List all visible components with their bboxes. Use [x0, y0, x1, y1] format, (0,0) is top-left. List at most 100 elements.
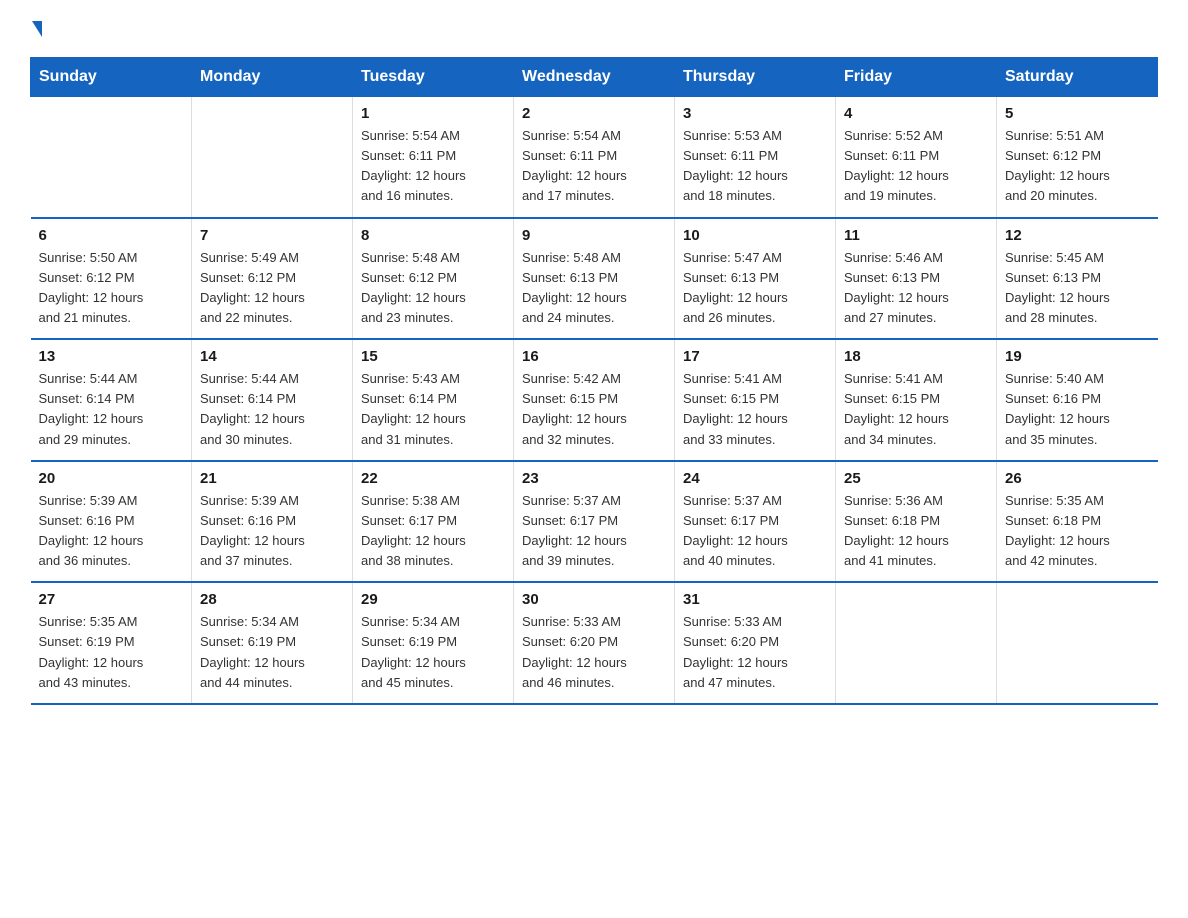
day-info: Sunrise: 5:49 AM Sunset: 6:12 PM Dayligh…: [200, 248, 344, 329]
day-info: Sunrise: 5:41 AM Sunset: 6:15 PM Dayligh…: [844, 369, 988, 450]
calendar-cell: 5 Sunrise: 5:51 AM Sunset: 6:12 PM Daylig…: [997, 97, 1158, 218]
day-number: 5: [1005, 105, 1150, 122]
calendar-cell: 10Sunrise: 5:47 AM Sunset: 6:13 PM Dayli…: [675, 218, 836, 340]
day-number: 31: [683, 591, 827, 608]
day-number: 23: [522, 470, 666, 487]
day-number: 21: [200, 470, 344, 487]
calendar-cell: 13 Sunrise: 5:44 AM Sunset: 6:14 PM Dayli…: [31, 339, 192, 461]
day-number: 17: [683, 348, 827, 365]
calendar-cell: 3 Sunrise: 5:53 AM Sunset: 6:11 PM Daylig…: [675, 97, 836, 218]
day-info: Sunrise: 5:43 AM Sunset: 6:14 PM Dayligh…: [361, 369, 505, 450]
day-info: Sunrise: 5:35 AM Sunset: 6:18 PM Dayligh…: [1005, 491, 1150, 572]
day-number: 24: [683, 470, 827, 487]
day-info: Sunrise: 5:39 AM Sunset: 6:16 PM Dayligh…: [39, 491, 184, 572]
day-info: Sunrise: 5:54 AM Sunset: 6:11 PM Dayligh…: [522, 126, 666, 207]
calendar-week-row: 13 Sunrise: 5:44 AM Sunset: 6:14 PM Dayli…: [31, 339, 1158, 461]
day-info: Sunrise: 5:39 AM Sunset: 6:16 PM Dayligh…: [200, 491, 344, 572]
day-info: Sunrise: 5:37 AM Sunset: 6:17 PM Dayligh…: [522, 491, 666, 572]
calendar-week-row: 27 Sunrise: 5:35 AM Sunset: 6:19 PM Dayli…: [31, 582, 1158, 704]
calendar-cell: 27 Sunrise: 5:35 AM Sunset: 6:19 PM Dayli…: [31, 582, 192, 704]
day-info: Sunrise: 5:44 AM Sunset: 6:14 PM Dayligh…: [39, 369, 184, 450]
logo-triangle-icon: [32, 21, 42, 37]
day-number: 2: [522, 105, 666, 122]
day-number: 16: [522, 348, 666, 365]
day-number: 20: [39, 470, 184, 487]
day-number: 25: [844, 470, 988, 487]
day-number: 27: [39, 591, 184, 608]
calendar-table: SundayMondayTuesdayWednesdayThursdayFrid…: [30, 57, 1158, 705]
day-info: Sunrise: 5:34 AM Sunset: 6:19 PM Dayligh…: [200, 612, 344, 693]
calendar-cell: 26 Sunrise: 5:35 AM Sunset: 6:18 PM Dayli…: [997, 461, 1158, 583]
calendar-cell: 8 Sunrise: 5:48 AM Sunset: 6:12 PM Daylig…: [353, 218, 514, 340]
day-number: 1: [361, 105, 505, 122]
day-info: Sunrise: 5:48 AM Sunset: 6:12 PM Dayligh…: [361, 248, 505, 329]
page-header: [30, 20, 1158, 37]
day-info: Sunrise: 5:41 AM Sunset: 6:15 PM Dayligh…: [683, 369, 827, 450]
calendar-cell: 17 Sunrise: 5:41 AM Sunset: 6:15 PM Dayli…: [675, 339, 836, 461]
calendar-cell: 6 Sunrise: 5:50 AM Sunset: 6:12 PM Daylig…: [31, 218, 192, 340]
day-info: Sunrise: 5:35 AM Sunset: 6:19 PM Dayligh…: [39, 612, 184, 693]
weekday-header-thursday: Thursday: [675, 58, 836, 97]
weekday-header-monday: Monday: [192, 58, 353, 97]
day-number: 13: [39, 348, 184, 365]
weekday-header-wednesday: Wednesday: [514, 58, 675, 97]
day-number: 4: [844, 105, 988, 122]
calendar-cell: 18 Sunrise: 5:41 AM Sunset: 6:15 PM Dayli…: [836, 339, 997, 461]
day-number: 30: [522, 591, 666, 608]
logo: [30, 20, 42, 37]
calendar-cell: 23 Sunrise: 5:37 AM Sunset: 6:17 PM Dayli…: [514, 461, 675, 583]
day-number: 10: [683, 227, 827, 244]
calendar-cell: 2 Sunrise: 5:54 AM Sunset: 6:11 PM Daylig…: [514, 97, 675, 218]
day-number: 3: [683, 105, 827, 122]
day-number: 7: [200, 227, 344, 244]
day-info: Sunrise: 5:37 AM Sunset: 6:17 PM Dayligh…: [683, 491, 827, 572]
day-number: 26: [1005, 470, 1150, 487]
day-number: 6: [39, 227, 184, 244]
day-number: 8: [361, 227, 505, 244]
calendar-cell: 25 Sunrise: 5:36 AM Sunset: 6:18 PM Dayli…: [836, 461, 997, 583]
day-number: 29: [361, 591, 505, 608]
day-info: Sunrise: 5:50 AM Sunset: 6:12 PM Dayligh…: [39, 248, 184, 329]
weekday-header-row: SundayMondayTuesdayWednesdayThursdayFrid…: [31, 58, 1158, 97]
day-info: Sunrise: 5:33 AM Sunset: 6:20 PM Dayligh…: [683, 612, 827, 693]
day-info: Sunrise: 5:36 AM Sunset: 6:18 PM Dayligh…: [844, 491, 988, 572]
day-info: Sunrise: 5:51 AM Sunset: 6:12 PM Dayligh…: [1005, 126, 1150, 207]
day-number: 14: [200, 348, 344, 365]
weekday-header-saturday: Saturday: [997, 58, 1158, 97]
weekday-header-sunday: Sunday: [31, 58, 192, 97]
weekday-header-friday: Friday: [836, 58, 997, 97]
calendar-cell: 14 Sunrise: 5:44 AM Sunset: 6:14 PM Dayli…: [192, 339, 353, 461]
day-info: Sunrise: 5:54 AM Sunset: 6:11 PM Dayligh…: [361, 126, 505, 207]
day-number: 11: [844, 227, 988, 244]
calendar-cell: 19 Sunrise: 5:40 AM Sunset: 6:16 PM Dayli…: [997, 339, 1158, 461]
calendar-week-row: 6 Sunrise: 5:50 AM Sunset: 6:12 PM Daylig…: [31, 218, 1158, 340]
weekday-header-tuesday: Tuesday: [353, 58, 514, 97]
calendar-cell: 24 Sunrise: 5:37 AM Sunset: 6:17 PM Dayli…: [675, 461, 836, 583]
calendar-cell: 30 Sunrise: 5:33 AM Sunset: 6:20 PM Dayli…: [514, 582, 675, 704]
calendar-cell: 31 Sunrise: 5:33 AM Sunset: 6:20 PM Dayli…: [675, 582, 836, 704]
calendar-cell: 12Sunrise: 5:45 AM Sunset: 6:13 PM Dayli…: [997, 218, 1158, 340]
day-info: Sunrise: 5:44 AM Sunset: 6:14 PM Dayligh…: [200, 369, 344, 450]
calendar-cell: 22Sunrise: 5:38 AM Sunset: 6:17 PM Dayli…: [353, 461, 514, 583]
calendar-cell: 21 Sunrise: 5:39 AM Sunset: 6:16 PM Dayli…: [192, 461, 353, 583]
day-info: Sunrise: 5:45 AM Sunset: 6:13 PM Dayligh…: [1005, 248, 1150, 329]
calendar-week-row: 20 Sunrise: 5:39 AM Sunset: 6:16 PM Dayli…: [31, 461, 1158, 583]
calendar-cell: [192, 97, 353, 218]
calendar-body: 1 Sunrise: 5:54 AM Sunset: 6:11 PM Daylig…: [31, 97, 1158, 704]
day-info: Sunrise: 5:40 AM Sunset: 6:16 PM Dayligh…: [1005, 369, 1150, 450]
day-info: Sunrise: 5:52 AM Sunset: 6:11 PM Dayligh…: [844, 126, 988, 207]
calendar-week-row: 1 Sunrise: 5:54 AM Sunset: 6:11 PM Daylig…: [31, 97, 1158, 218]
day-info: Sunrise: 5:53 AM Sunset: 6:11 PM Dayligh…: [683, 126, 827, 207]
day-info: Sunrise: 5:33 AM Sunset: 6:20 PM Dayligh…: [522, 612, 666, 693]
calendar-cell: 15Sunrise: 5:43 AM Sunset: 6:14 PM Dayli…: [353, 339, 514, 461]
calendar-cell: 11 Sunrise: 5:46 AM Sunset: 6:13 PM Dayli…: [836, 218, 997, 340]
calendar-header: SundayMondayTuesdayWednesdayThursdayFrid…: [31, 58, 1158, 97]
day-info: Sunrise: 5:46 AM Sunset: 6:13 PM Dayligh…: [844, 248, 988, 329]
calendar-cell: 16 Sunrise: 5:42 AM Sunset: 6:15 PM Dayli…: [514, 339, 675, 461]
day-info: Sunrise: 5:34 AM Sunset: 6:19 PM Dayligh…: [361, 612, 505, 693]
day-number: 18: [844, 348, 988, 365]
day-number: 19: [1005, 348, 1150, 365]
day-info: Sunrise: 5:42 AM Sunset: 6:15 PM Dayligh…: [522, 369, 666, 450]
calendar-cell: 28Sunrise: 5:34 AM Sunset: 6:19 PM Dayli…: [192, 582, 353, 704]
calendar-cell: 1 Sunrise: 5:54 AM Sunset: 6:11 PM Daylig…: [353, 97, 514, 218]
